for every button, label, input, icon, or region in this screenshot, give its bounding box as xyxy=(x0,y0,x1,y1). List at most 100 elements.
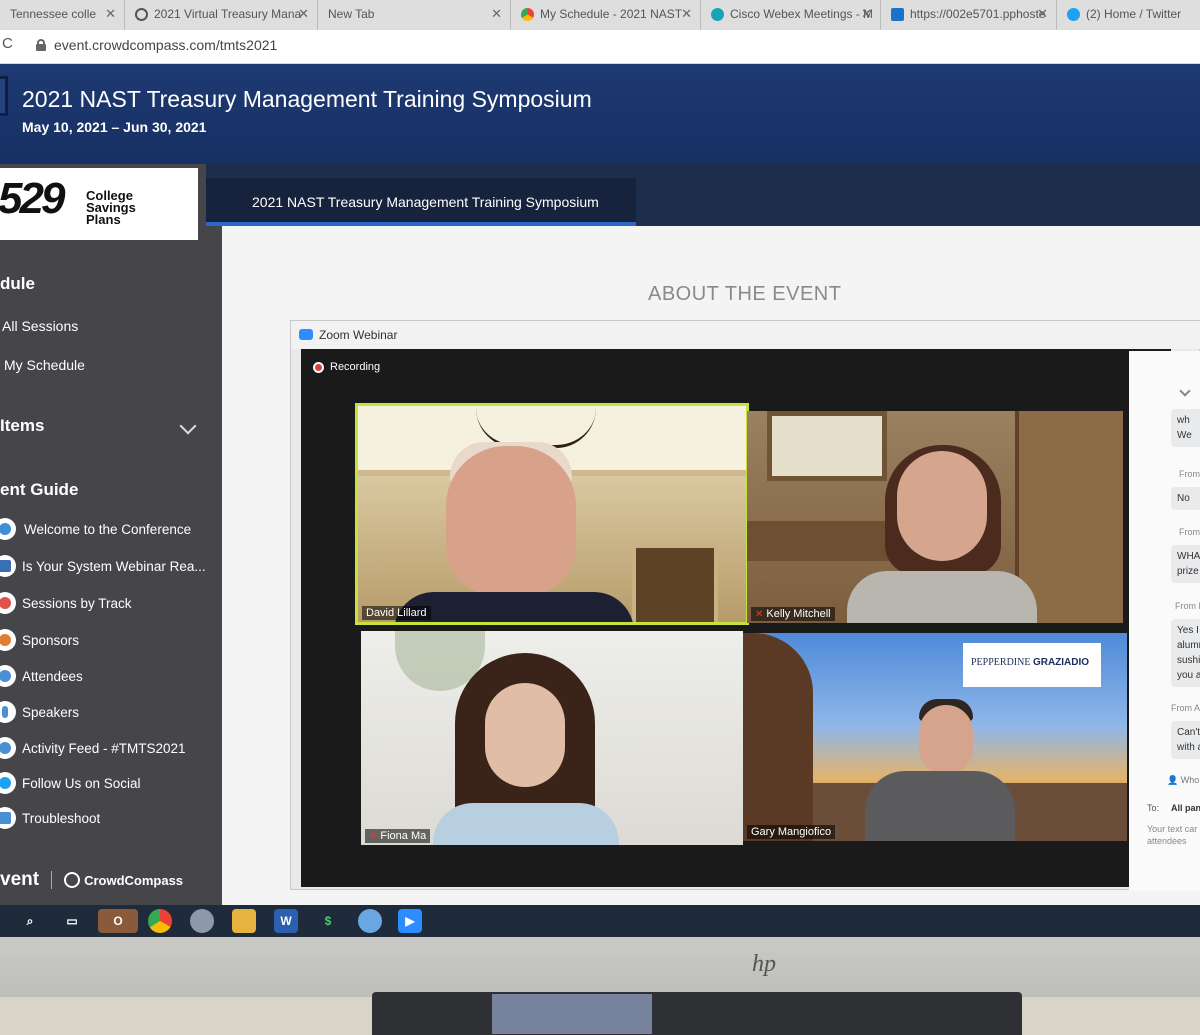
close-icon[interactable]: ✕ xyxy=(861,6,872,22)
tab-symposium[interactable]: 2021 NAST Treasury Management Training S… xyxy=(206,178,636,226)
outlook-icon[interactable]: O xyxy=(98,909,138,933)
triangle-icon xyxy=(0,555,16,577)
chat-input[interactable]: Your text car attendees xyxy=(1147,823,1197,847)
brand-number: 529 xyxy=(0,174,65,223)
dollar-icon[interactable]: $ xyxy=(316,909,340,933)
reload-icon[interactable]: C xyxy=(2,35,13,52)
guide-label: Attendees xyxy=(22,668,83,684)
schedule-heading[interactable]: dule xyxy=(0,274,35,294)
video-tile[interactable]: ✕ Kelly Mitchell xyxy=(747,411,1123,623)
event-header: 2021 NAST Treasury Management Training S… xyxy=(0,64,1200,164)
sidebar-item-follow-social[interactable]: Follow Us on Social xyxy=(0,769,222,797)
word-icon[interactable]: W xyxy=(274,909,298,933)
sidebar-item-attendees[interactable]: Attendees xyxy=(0,662,222,690)
sidebar-item-webinar-ready[interactable]: Is Your System Webinar Rea... xyxy=(0,552,222,580)
mic-muted-icon: ✕ xyxy=(369,830,378,842)
chat-panel: whWe From No From WHAprize From Fi Yes I… xyxy=(1129,351,1200,891)
browser-tab[interactable]: https://002e5701.pphoste ✕ xyxy=(881,0,1057,30)
guide-label: Speakers xyxy=(22,704,80,720)
browser-tab[interactable]: New Tab ✕ xyxy=(318,0,511,30)
guide-heading: ent Guide xyxy=(0,480,79,499)
close-icon[interactable]: ✕ xyxy=(1037,6,1048,22)
recording-indicator: Recording xyxy=(313,361,380,373)
chat-who-can-see: 👤 Who xyxy=(1167,775,1200,785)
sidebar-footer: vent CrowdCompass xyxy=(0,864,222,896)
crowdcompass-logo: CrowdCompass xyxy=(64,872,183,888)
participant-name: Gary Mangiofico xyxy=(747,825,836,839)
chat-message: Can't wwith all xyxy=(1171,721,1200,759)
task-view-icon[interactable]: ▭ xyxy=(60,909,84,933)
taskbar: ⌕ ▭ O W $ ▶ xyxy=(0,905,1200,937)
guide-label: Follow Us on Social xyxy=(22,775,141,791)
chat-message: No xyxy=(1171,487,1200,510)
search-icon[interactable]: ⌕ xyxy=(18,909,42,933)
twitter-icon xyxy=(1067,8,1080,21)
browser-tab[interactable]: My Schedule - 2021 NAST ✕ xyxy=(511,0,701,30)
items-heading[interactable]: Items xyxy=(0,416,44,436)
monitor-bezel: hp xyxy=(0,937,1200,997)
video-tile[interactable]: PEPPERDINE GRAZIADIO Gary Mangiofico xyxy=(743,633,1127,841)
guide-label: Sponsors xyxy=(22,632,80,648)
tab-title: 2021 Virtual Treasury Mana xyxy=(154,7,302,21)
sidebar-item-welcome[interactable]: Welcome to the Conference xyxy=(0,515,222,543)
participant-name: ✕ Fiona Ma xyxy=(365,829,431,843)
guide-label: Troubleshoot xyxy=(22,810,101,826)
app-icon[interactable] xyxy=(190,909,214,933)
zoom-titlebar[interactable]: Zoom Webinar xyxy=(291,321,1200,349)
url-text[interactable]: event.crowdcompass.com/tmts2021 xyxy=(54,37,277,53)
recording-label: Recording xyxy=(330,361,381,373)
browser-tab[interactable]: (2) Home / Twitter xyxy=(1057,0,1200,30)
browser-tab[interactable]: Tennessee colle ✕ xyxy=(0,0,125,30)
chevron-down-icon[interactable] xyxy=(179,417,197,435)
zoom-window-title: Zoom Webinar xyxy=(319,328,398,342)
browser-tabbar: Tennessee colle ✕ 2021 Virtual Treasury … xyxy=(0,0,1200,30)
sidebar-item-sponsors[interactable]: Sponsors xyxy=(0,626,222,654)
sidebar-item-all-sessions[interactable]: All Sessions xyxy=(2,318,78,334)
browser-tab[interactable]: Cisco Webex Meetings - M ✕ xyxy=(701,0,881,30)
chevron-down-icon[interactable] xyxy=(1179,385,1191,397)
browser-tab[interactable]: 2021 Virtual Treasury Mana ✕ xyxy=(125,0,318,30)
chat-recipient-select[interactable]: All pan xyxy=(1171,803,1200,813)
twitter-icon xyxy=(0,772,16,794)
address-bar[interactable]: C event.crowdcompass.com/tmts2021 xyxy=(0,30,1200,64)
sidebar-item-speakers[interactable]: Speakers xyxy=(0,698,222,726)
event-dates: May 10, 2021 – Jun 30, 2021 xyxy=(22,119,207,135)
hp-logo: hp xyxy=(752,951,776,977)
compass-icon xyxy=(64,872,81,888)
chat-message: wh We xyxy=(1171,409,1200,447)
chat-message: WHA prize xyxy=(1171,545,1200,583)
sidebar-item-activity-feed[interactable]: Activity Feed - #TMTS2021 xyxy=(0,734,222,762)
chat-sender: From xyxy=(1179,469,1200,479)
folder-icon[interactable] xyxy=(232,909,256,933)
lock-icon xyxy=(36,39,46,51)
globe-icon xyxy=(135,8,148,21)
tab-title: New Tab xyxy=(328,7,375,21)
tab-title: https://002e5701.pphoste xyxy=(910,7,1046,21)
zoom-camera-icon xyxy=(299,329,313,340)
video-tile[interactable]: ✕ Fiona Ma xyxy=(361,631,743,845)
close-icon[interactable]: ✕ xyxy=(491,6,502,22)
guide-label: Is Your System Webinar Rea... xyxy=(22,558,206,574)
sidebar-item-my-schedule[interactable]: My Schedule xyxy=(4,357,85,373)
chat-app-icon[interactable] xyxy=(358,909,382,933)
warning-icon xyxy=(0,807,16,829)
brand-logo: 529 College Savings Plans xyxy=(0,168,198,240)
close-icon[interactable]: ✕ xyxy=(681,6,692,22)
sidebar-item-troubleshoot[interactable]: Troubleshoot xyxy=(0,804,222,832)
tab-title: (2) Home / Twitter xyxy=(1086,7,1182,21)
guide-label: Sessions by Track xyxy=(22,595,132,611)
screen: Tennessee colle ✕ 2021 Virtual Treasury … xyxy=(0,0,1200,905)
event-title: 2021 NAST Treasury Management Training S… xyxy=(22,86,592,112)
close-icon[interactable]: ✕ xyxy=(298,6,309,22)
video-tile[interactable]: David Lillard xyxy=(355,403,749,625)
chrome-icon[interactable] xyxy=(148,909,172,933)
record-icon xyxy=(313,361,324,373)
sidebar-item-sessions-by-track[interactable]: Sessions by Track xyxy=(0,589,222,617)
participant-name: ✕ Kelly Mitchell xyxy=(751,607,835,621)
chat-sender: From xyxy=(1179,527,1200,537)
zoom-icon[interactable]: ▶ xyxy=(398,909,422,933)
close-icon[interactable]: ✕ xyxy=(105,6,116,22)
chat-sender: From And xyxy=(1171,703,1200,713)
webex-icon xyxy=(711,8,724,21)
event-logo xyxy=(0,76,8,116)
